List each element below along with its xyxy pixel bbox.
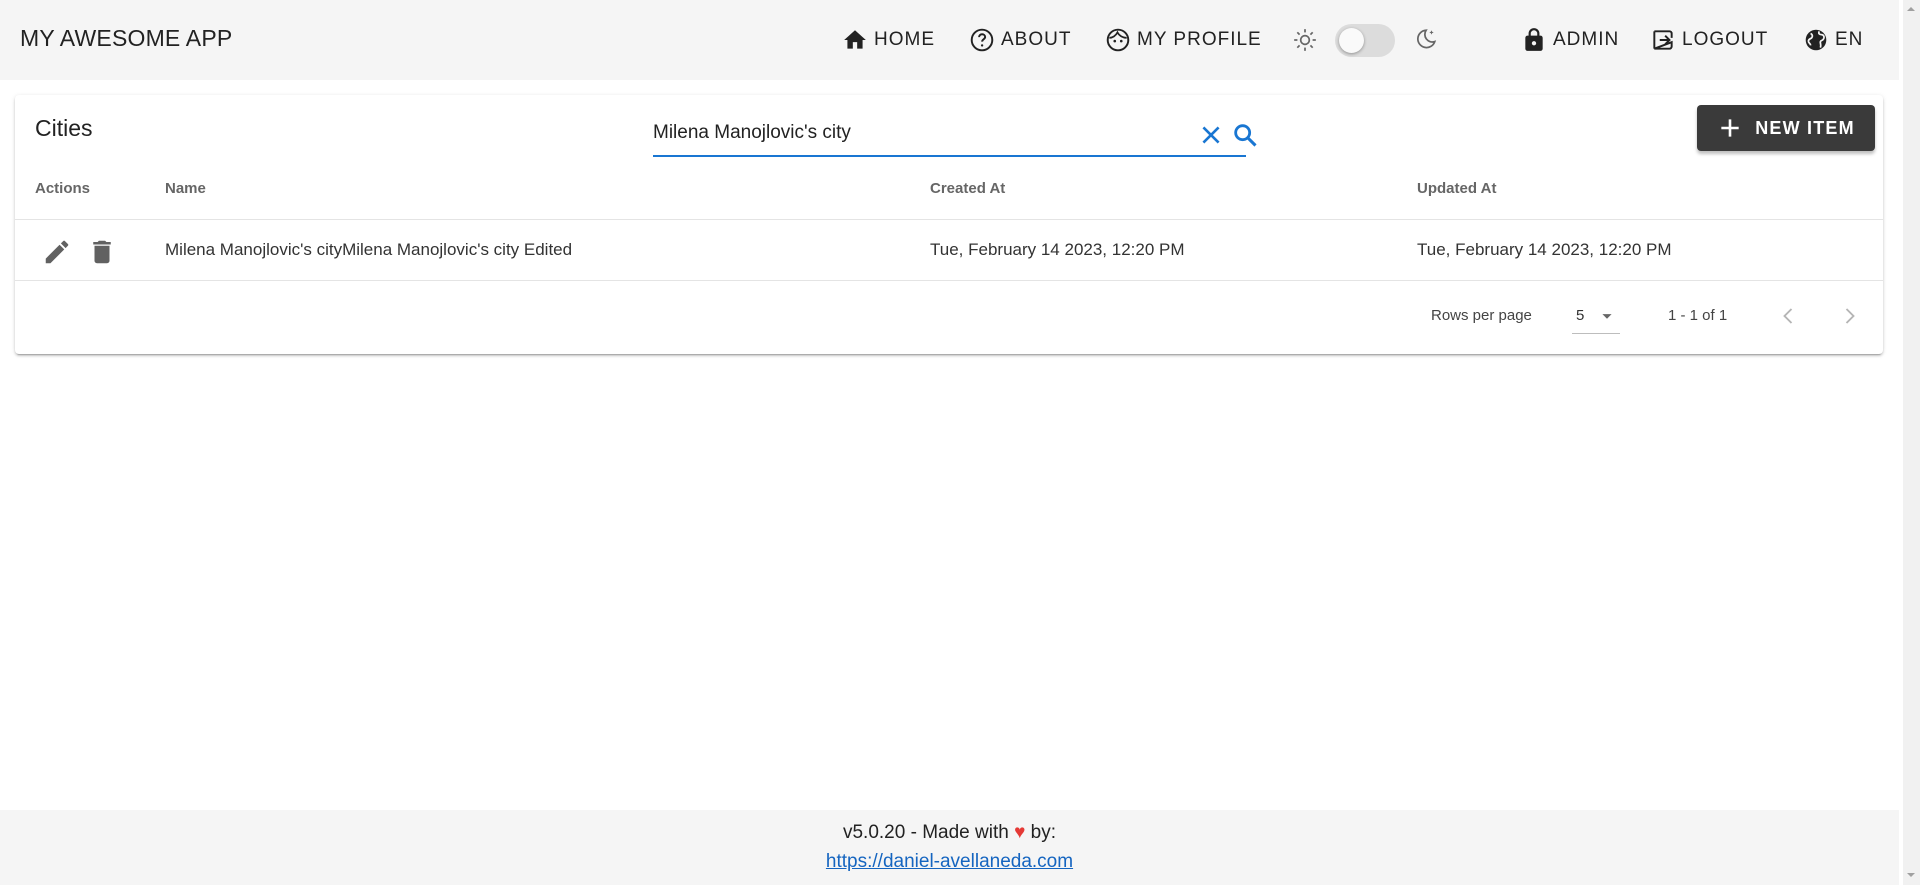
search-field <box>653 115 1257 157</box>
scroll-up-icon[interactable] <box>1906 4 1916 14</box>
scrollbar[interactable] <box>1903 0 1920 885</box>
nav-home-label: HOME <box>874 29 935 50</box>
globe-icon <box>1805 29 1827 51</box>
search-icon[interactable] <box>1231 121 1259 149</box>
rows-per-page-value: 5 <box>1576 307 1585 324</box>
column-header-actions: Actions <box>35 180 91 197</box>
nav-admin-button[interactable]: ADMIN <box>1521 24 1619 56</box>
logout-icon <box>1653 30 1673 50</box>
plus-icon <box>1721 119 1739 137</box>
pagination-range: 1 - 1 of 1 <box>1668 307 1728 324</box>
new-item-button[interactable]: NEW ITEM <box>1697 105 1875 151</box>
rows-per-page-label: Rows per page <box>1431 307 1532 324</box>
column-header-updated-at[interactable]: Updated At <box>1417 180 1496 197</box>
next-page-icon[interactable] <box>1836 302 1864 330</box>
page-title: Cities <box>35 115 93 141</box>
language-button[interactable]: EN <box>1803 24 1863 56</box>
cell-updated-at: Tue, February 14 2023, 12:20 PM <box>1417 240 1672 259</box>
new-item-label: NEW ITEM <box>1755 117 1855 138</box>
search-input[interactable] <box>653 115 1173 151</box>
close-icon[interactable] <box>1198 122 1224 148</box>
footer-version-text: v5.0.20 - Made with <box>842 822 1009 843</box>
app-title: MY AWESOME APP <box>20 25 233 51</box>
chevron-down-icon <box>1602 314 1612 319</box>
nav-logout-label: LOGOUT <box>1682 29 1769 50</box>
help-circle-icon <box>970 28 994 52</box>
home-icon <box>844 30 866 49</box>
nav-about-button[interactable]: ABOUT <box>969 24 1071 56</box>
cell-created-at: Tue, February 14 2023, 12:20 PM <box>930 240 1185 259</box>
nav-profile-label: MY PROFILE <box>1137 29 1262 50</box>
footer-website-link[interactable]: https://daniel-avellaneda.com <box>0 851 1899 873</box>
nav-admin-label: ADMIN <box>1553 29 1620 50</box>
theme-toggle-knob <box>1339 28 1364 53</box>
footer-credits: v5.0.20 - Made with ♥ by: <box>0 822 1899 844</box>
nav-home-button[interactable]: HOME <box>842 24 935 56</box>
nav-logout-button[interactable]: LOGOUT <box>1650 24 1768 56</box>
header-divider <box>15 219 1883 220</box>
heart-icon: ♥ <box>1014 822 1026 843</box>
edit-icon[interactable] <box>42 237 72 267</box>
rows-per-page-select[interactable]: 5 <box>1572 298 1620 334</box>
delete-icon[interactable] <box>87 237 117 267</box>
nav-about-label: ABOUT <box>1001 29 1072 50</box>
cities-card: Cities NEW ITEM Actions Name Created At … <box>15 95 1883 354</box>
row-divider <box>15 280 1883 281</box>
app-bar: MY AWESOME APP HOME ABOUT MY PROFILE ADM… <box>0 0 1899 80</box>
dark-mode-icon <box>1417 29 1437 49</box>
column-header-name[interactable]: Name <box>165 180 206 197</box>
theme-toggle[interactable] <box>1335 24 1395 57</box>
nav-profile-button[interactable]: MY PROFILE <box>1105 24 1262 56</box>
previous-page-icon[interactable] <box>1774 302 1802 330</box>
light-mode-icon <box>1294 29 1316 51</box>
footer-by-text: by: <box>1030 822 1056 843</box>
scroll-down-icon[interactable] <box>1906 870 1916 880</box>
footer: v5.0.20 - Made with ♥ by: https://daniel… <box>0 810 1899 885</box>
face-icon <box>1106 28 1130 52</box>
cell-name: Milena Manojlovic's cityMilena Manojlovi… <box>165 240 573 259</box>
lock-icon <box>1525 28 1543 51</box>
column-header-created-at[interactable]: Created At <box>930 180 1005 197</box>
language-label: EN <box>1835 29 1864 50</box>
